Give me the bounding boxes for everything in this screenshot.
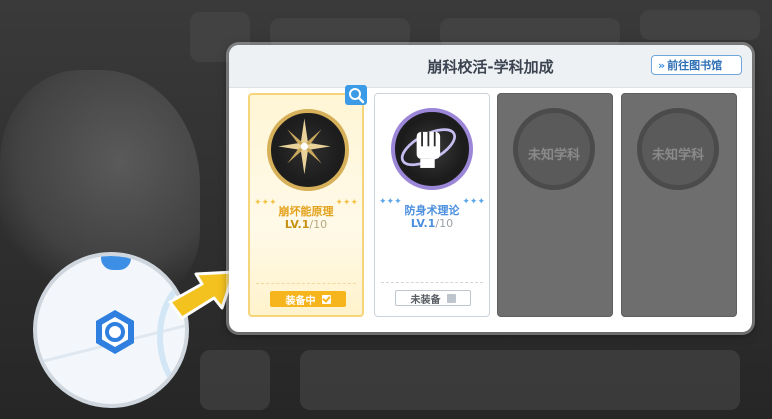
card-divider <box>381 282 483 283</box>
checkbox-unchecked-icon <box>446 293 456 303</box>
equip-status-label: 未装备 <box>410 294 441 306</box>
library-button-label: 前往图书馆 <box>667 59 723 72</box>
subject-bonus-panel: 崩科校活-学科加成 » 前往图书馆 ✦✦✦ ✦✦✦ 崩坏能原理 LV.1/10 … <box>229 45 752 332</box>
background-element <box>270 18 410 48</box>
equip-status-button[interactable]: 未装备 <box>395 290 471 306</box>
subject-level: LV.1/10 <box>284 218 328 231</box>
magnifier-icon <box>349 88 365 104</box>
subject-card-equipped[interactable]: ✦✦✦ ✦✦✦ 崩坏能原理 LV.1/10 装备中 <box>248 93 364 317</box>
checkbox-checked-icon <box>321 294 331 304</box>
fist-orbit-icon <box>400 128 456 168</box>
zoom-button[interactable] <box>345 85 367 105</box>
double-chevron-right-icon: » <box>658 58 665 72</box>
background-element <box>640 10 760 40</box>
equip-status-button[interactable]: 装备中 <box>270 291 346 307</box>
panel-header: 崩科校活-学科加成 » 前往图书馆 <box>229 45 752 88</box>
locked-badge: 未知学科 <box>513 108 595 190</box>
hex-node-icon <box>96 310 134 354</box>
locked-badge: 未知学科 <box>637 108 719 190</box>
background-element <box>200 350 270 410</box>
subject-card-locked: 未知学科 <box>497 93 613 317</box>
background-element <box>300 350 740 410</box>
card-divider <box>256 283 356 284</box>
subject-name: 防身术理论 <box>404 204 460 217</box>
subject-card-unequipped[interactable]: ✦✦✦ ✦✦✦ 防身术理论 LV.1/10 未装备 <box>374 93 490 317</box>
subject-badge <box>391 108 473 190</box>
subject-level: LV.1/10 <box>410 217 454 230</box>
locked-subject-label: 未知学科 <box>651 148 704 163</box>
subject-card-list: ✦✦✦ ✦✦✦ 崩坏能原理 LV.1/10 装备中 ✦✦✦ ✦✦✦ 防身术理论 … <box>245 85 740 318</box>
map-node-marker <box>101 256 131 270</box>
background-element <box>440 18 620 48</box>
equip-status-label: 装备中 <box>285 295 316 307</box>
subject-name: 崩坏能原理 <box>278 205 334 218</box>
go-to-library-button[interactable]: » 前往图书馆 <box>651 55 742 75</box>
star-crystal-icon <box>278 118 331 175</box>
subject-card-locked: 未知学科 <box>621 93 737 317</box>
subject-badge <box>267 109 349 191</box>
locked-subject-label: 未知学科 <box>527 148 580 163</box>
